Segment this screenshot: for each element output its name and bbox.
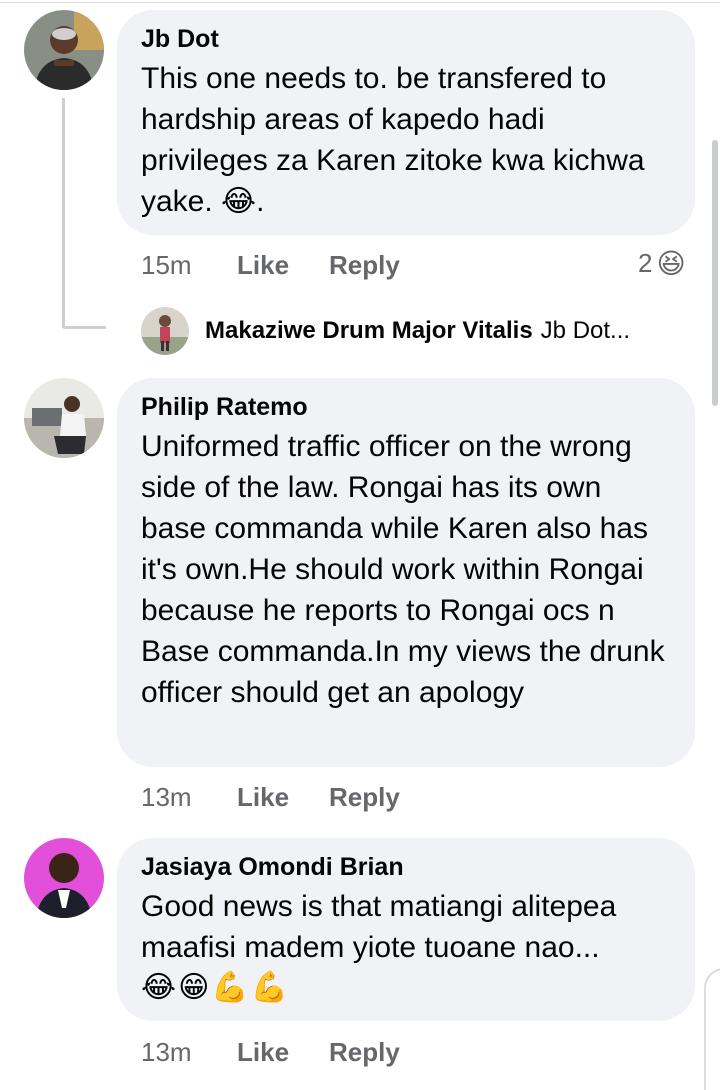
thread-connector-horizontal: [62, 326, 106, 329]
reply-button[interactable]: Reply: [329, 250, 400, 281]
reply-button[interactable]: Reply: [329, 1037, 400, 1068]
scrollbar[interactable]: [712, 140, 718, 406]
comment-timestamp[interactable]: 13m: [141, 1037, 237, 1068]
grinning-emoji-icon: 😁: [178, 971, 210, 1004]
overlay-edge: [704, 968, 720, 1090]
comment-timestamp[interactable]: 15m: [141, 250, 237, 281]
reaction-summary[interactable]: 2 😆: [638, 246, 686, 280]
comment-author[interactable]: Jb Dot: [141, 24, 671, 54]
reply-author[interactable]: Makaziwe Drum Major Vitalis: [205, 317, 533, 345]
comment-actions: 13m Like Reply: [141, 781, 400, 813]
reaction-count: 2: [638, 247, 653, 278]
comment-timestamp[interactable]: 13m: [141, 782, 237, 813]
avatar-makaziwe[interactable]: [141, 307, 189, 355]
like-button[interactable]: Like: [237, 782, 329, 813]
like-button[interactable]: Like: [237, 1037, 329, 1068]
emoji-row: 😂 😁 💪 💪: [141, 968, 671, 1008]
reply-preview-text: Jb Dot...: [540, 317, 631, 344]
comment-actions: 13m Like Reply: [141, 1036, 400, 1068]
comment-bubble-jasiaya-omondi-brian[interactable]: Jasiaya Omondi Brian Good news is that m…: [117, 838, 695, 1021]
comment-author[interactable]: Philip Ratemo: [141, 392, 671, 422]
comment-text: Good news is that matiangi alitepea maaf…: [141, 890, 625, 964]
laughing-tears-emoji-icon: 😂: [141, 971, 177, 1004]
reply-button[interactable]: Reply: [329, 782, 400, 813]
avatar-jb-dot[interactable]: [24, 10, 104, 90]
avatar-jasiaya-omondi-brian[interactable]: [24, 838, 104, 918]
comment-text: Uniformed traffic officer on the wrong s…: [141, 430, 673, 709]
thread-connector-vertical: [62, 98, 65, 328]
comment-bubble-philip-ratemo[interactable]: Philip Ratemo Uniformed traffic officer …: [117, 378, 695, 767]
flexed-biceps-emoji-icon: 💪: [250, 971, 289, 1004]
comment-author[interactable]: Jasiaya Omondi Brian: [141, 852, 671, 882]
top-divider: [0, 2, 720, 3]
comment-text: This one needs to. be transfered to hard…: [141, 62, 653, 218]
comment-actions: 15m Like Reply: [141, 249, 400, 281]
laughing-emoji-icon: 😆: [656, 247, 686, 279]
view-reply-row[interactable]: Makaziwe Drum Major Vitalis Jb Dot...: [141, 306, 630, 356]
like-button[interactable]: Like: [237, 250, 329, 281]
flexed-biceps-emoji-icon: 💪: [211, 971, 249, 1004]
laughing-tears-emoji-icon: 😂: [221, 185, 257, 218]
avatar-philip-ratemo[interactable]: [24, 378, 104, 458]
comment-bubble-jb-dot[interactable]: Jb Dot This one needs to. be transfered …: [117, 10, 695, 235]
